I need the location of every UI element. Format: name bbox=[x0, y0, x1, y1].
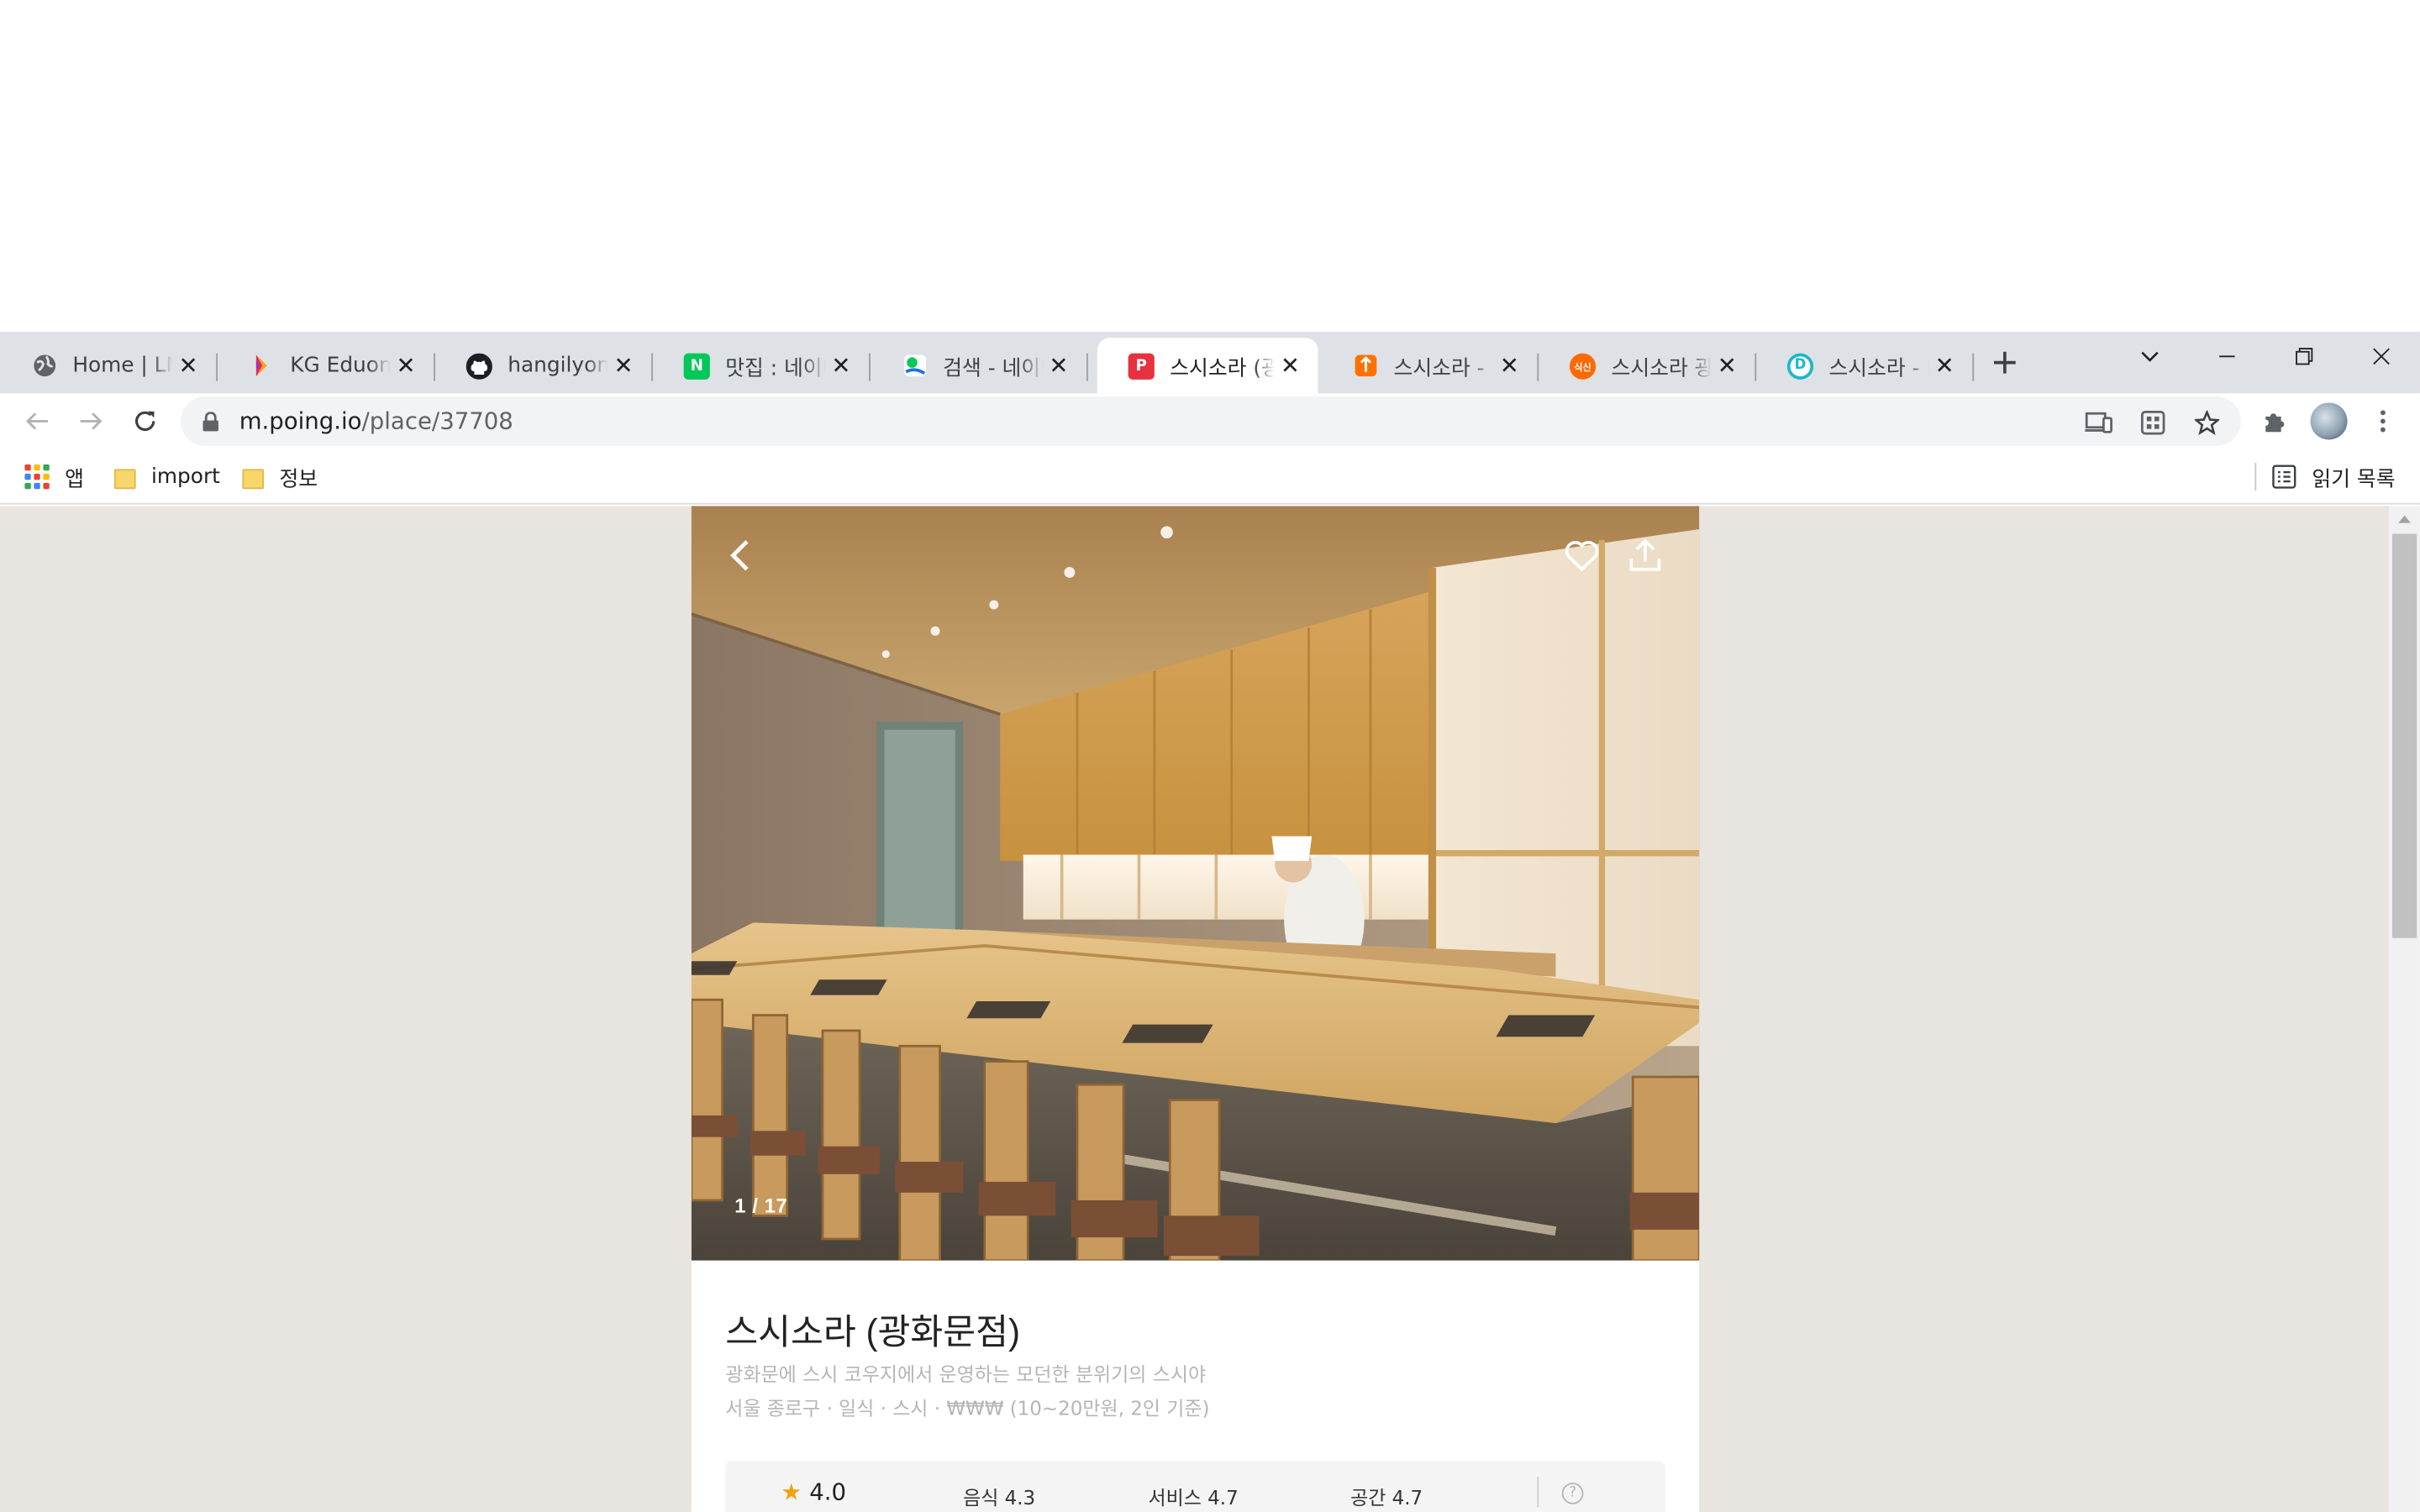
place-description: 광화문에 스시 코우지에서 운영하는 모던한 분위기의 스시야 bbox=[725, 1362, 1207, 1386]
tab-strip: Home | LMS ✕ KG Eduone ✕ hangilyon/b ✕ N… bbox=[0, 331, 2420, 394]
tab-naver-search[interactable]: 검색 - 네이버 ✕ bbox=[871, 338, 1088, 393]
close-icon[interactable]: ✕ bbox=[1712, 350, 1743, 381]
apps-grid-icon bbox=[24, 464, 50, 490]
more-menu-icon[interactable] bbox=[2363, 402, 2403, 442]
scrollbar-thumb[interactable] bbox=[2391, 533, 2417, 938]
tab-label: 스시소라 (광 bbox=[1170, 356, 1276, 381]
poing-icon: P bbox=[1128, 352, 1155, 379]
naver-icon: N bbox=[683, 352, 710, 379]
bookmark-label: 정보 bbox=[279, 467, 318, 492]
profile-avatar[interactable] bbox=[2309, 402, 2349, 442]
restaurant-interior-image bbox=[691, 506, 1700, 1261]
close-icon[interactable]: ✕ bbox=[608, 350, 639, 381]
tab-label: 검색 - 네이버 bbox=[943, 356, 1043, 381]
url-text[interactable]: m.poing.io/place/37708 bbox=[239, 407, 513, 435]
avatar bbox=[2310, 402, 2348, 440]
tab-github[interactable]: hangilyon/b ✕ bbox=[435, 338, 653, 393]
restore-icon[interactable] bbox=[2265, 332, 2343, 381]
bookmarks-bar: 앱 import 정보 읽기 목록 bbox=[0, 449, 2420, 505]
reading-list-button[interactable]: 읽기 목록 bbox=[2254, 461, 2396, 492]
tab-label: KG Eduone bbox=[290, 353, 390, 378]
tab-label: 스시소라 - 식 bbox=[1393, 356, 1494, 381]
url-path: /place/37708 bbox=[361, 407, 513, 435]
tab-separator bbox=[1972, 353, 1975, 381]
tab-kg-eduone[interactable]: KG Eduone ✕ bbox=[218, 338, 435, 393]
tab-separator bbox=[1086, 353, 1088, 381]
scroll-up-arrow-icon[interactable] bbox=[2398, 515, 2411, 523]
close-icon[interactable]: ✕ bbox=[391, 350, 422, 381]
page-title: 스시소라 (광화문점) bbox=[725, 1311, 1021, 1352]
bookmark-star-icon[interactable] bbox=[2190, 406, 2223, 439]
close-icon[interactable]: ✕ bbox=[1929, 350, 1960, 381]
tab-label: 스시소라 - 다 bbox=[1828, 356, 1928, 381]
close-icon[interactable]: ✕ bbox=[1275, 350, 1306, 381]
tab-home-lms[interactable]: Home | LMS ✕ bbox=[0, 338, 218, 393]
window-close-icon[interactable] bbox=[2343, 332, 2420, 381]
folder-icon bbox=[242, 468, 265, 489]
new-tab-plus-icon[interactable] bbox=[1986, 344, 2023, 381]
bookmark-apps[interactable]: 앱 bbox=[24, 461, 84, 492]
tab-poing-active[interactable]: P 스시소라 (광 ✕ bbox=[1097, 338, 1318, 394]
tab-diningcode[interactable]: D 스시소라 - 다 ✕ bbox=[1756, 338, 1975, 393]
help-question-icon[interactable]: ? bbox=[1561, 1483, 1584, 1504]
ratings-summary[interactable]: ★ 4.0 음식 4.3 서비스 4.7 공간 4.7 ? bbox=[725, 1461, 1665, 1512]
qr-code-icon[interactable] bbox=[2136, 406, 2170, 439]
cast-devices-icon[interactable] bbox=[2082, 406, 2116, 439]
place-card: 1 / 17 스시소라 (광화문점) 광화문에 스시 코우지에서 운영하는 모던… bbox=[691, 506, 1700, 1512]
mangoplate-icon bbox=[1352, 353, 1378, 379]
space-rating: 공간 4.7 bbox=[1350, 1485, 1423, 1509]
vertical-scrollbar[interactable] bbox=[2389, 506, 2420, 1512]
bookmark-folder-import[interactable]: import bbox=[113, 461, 220, 492]
food-rating: 음식 4.3 bbox=[963, 1485, 1036, 1509]
globe-icon bbox=[31, 353, 57, 379]
siksin-icon: 식신 bbox=[1569, 352, 1597, 379]
service-rating: 서비스 4.7 bbox=[1148, 1485, 1239, 1509]
place-meta: 서울 종로구 · 일식 · 스시 · ₩₩₩ (10~20만원, 2인 기준) bbox=[725, 1396, 1210, 1420]
bookmark-folder-info[interactable]: 정보 bbox=[242, 461, 318, 492]
tab-siksin[interactable]: 식신 스시소라 광 ✕ bbox=[1539, 338, 1757, 393]
place-photo-carousel[interactable]: 1 / 17 bbox=[691, 506, 1700, 1261]
close-icon[interactable]: ✕ bbox=[1494, 350, 1525, 381]
browser-toolbar: m.poing.io/place/37708 bbox=[0, 393, 2420, 449]
minimize-icon[interactable] bbox=[2188, 332, 2265, 381]
photo-counter: 1 / 17 bbox=[734, 1194, 788, 1218]
divider bbox=[1537, 1476, 1539, 1508]
url-host: m.poing.io bbox=[239, 407, 362, 435]
share-upload-icon[interactable] bbox=[1623, 533, 1666, 576]
lock-icon[interactable] bbox=[203, 411, 221, 431]
overall-rating: ★ 4.0 bbox=[781, 1478, 846, 1506]
bookmark-label: 앱 bbox=[65, 467, 84, 492]
star-icon: ★ bbox=[781, 1478, 802, 1506]
overall-rating-value: 4.0 bbox=[809, 1478, 847, 1506]
tab-mangoplate[interactable]: 스시소라 - 식 ✕ bbox=[1321, 338, 1539, 393]
bookmark-label: import bbox=[150, 464, 220, 490]
tab-label: 맛집 : 네이버 bbox=[725, 356, 825, 381]
reading-list-icon bbox=[2272, 465, 2296, 489]
heart-favorite-icon[interactable] bbox=[1560, 533, 1603, 576]
close-icon[interactable]: ✕ bbox=[1044, 350, 1075, 381]
tab-label: 스시소라 광 bbox=[1611, 356, 1712, 381]
back-chevron-icon[interactable] bbox=[718, 533, 760, 576]
folder-icon bbox=[113, 468, 136, 489]
tab-label: hangilyon/b bbox=[508, 353, 608, 378]
diningcode-icon: D bbox=[1786, 352, 1814, 379]
reload-icon[interactable] bbox=[125, 402, 166, 442]
naver-map-icon bbox=[902, 353, 928, 379]
reading-list-label: 읽기 목록 bbox=[2312, 467, 2396, 492]
tab-label: Home | LMS bbox=[72, 353, 172, 378]
forward-arrow-icon[interactable] bbox=[71, 402, 111, 442]
github-icon bbox=[466, 352, 492, 379]
divider bbox=[2254, 463, 2257, 491]
close-icon[interactable]: ✕ bbox=[173, 350, 204, 381]
extensions-puzzle-icon[interactable] bbox=[2254, 402, 2295, 442]
close-icon[interactable]: ✕ bbox=[826, 350, 857, 381]
tab-search-chevron-down-icon[interactable] bbox=[2112, 332, 2189, 381]
kg-eduone-icon bbox=[249, 353, 275, 379]
back-arrow-icon[interactable] bbox=[17, 402, 57, 442]
tab-naver-matjip[interactable]: N 맛집 : 네이버 ✕ bbox=[653, 338, 871, 393]
address-bar[interactable]: m.poing.io/place/37708 bbox=[180, 396, 2241, 446]
page-viewport: 1 / 17 스시소라 (광화문점) 광화문에 스시 코우지에서 운영하는 모던… bbox=[0, 506, 2390, 1512]
